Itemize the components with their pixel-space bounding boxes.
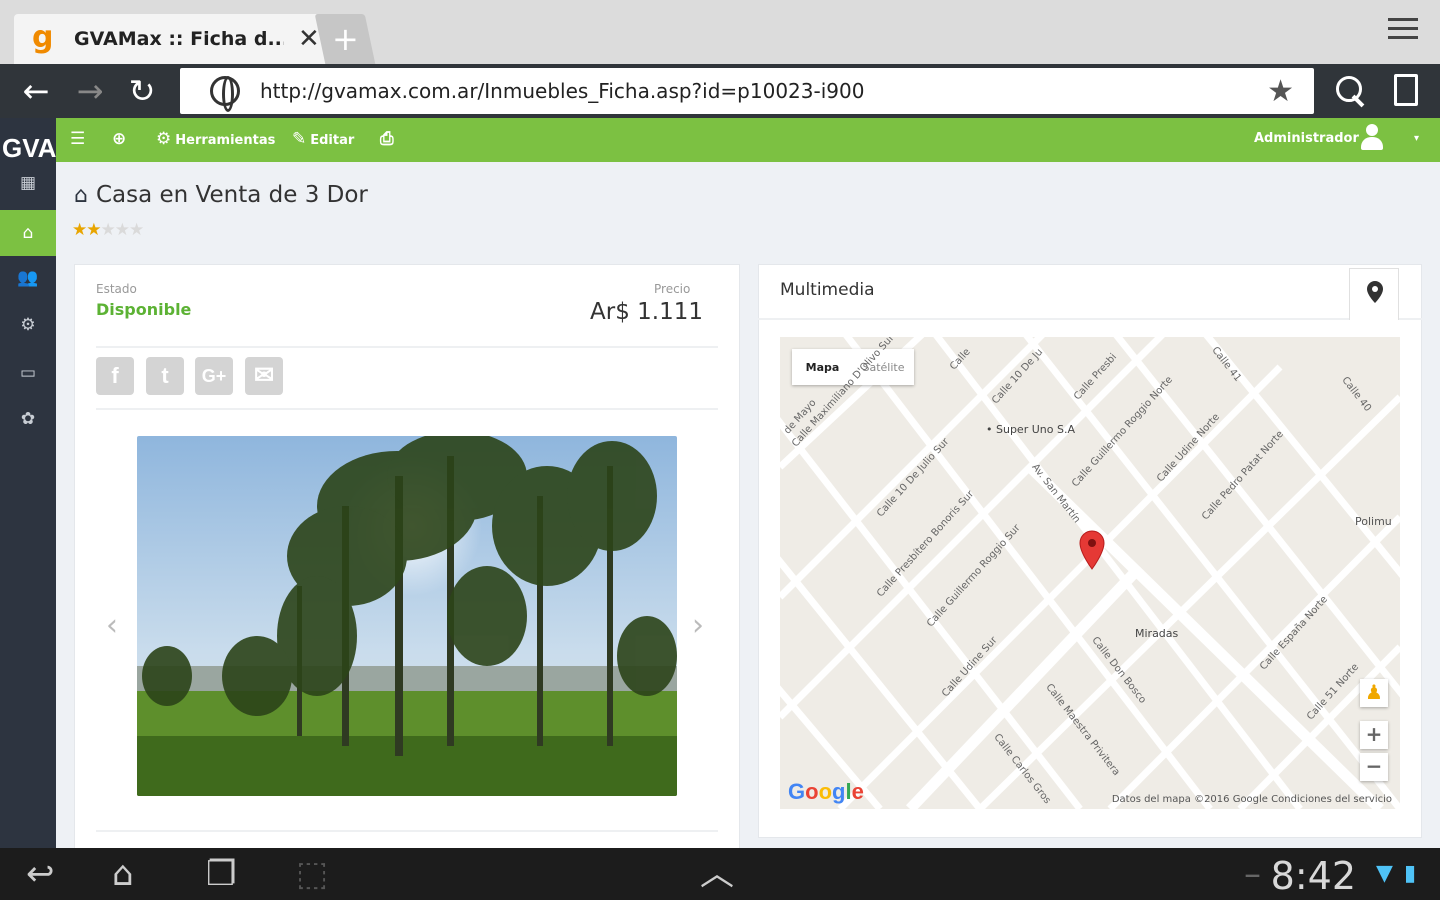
map-marker-icon[interactable]	[1078, 529, 1106, 571]
editar-button[interactable]: ✎ Editar	[292, 128, 354, 152]
system-clock: 8:42	[1270, 854, 1356, 898]
editar-label: Editar	[310, 133, 355, 148]
app-sidebar: GVA ▦ ⌂ 👥 ⚙ ▭ ✿	[0, 118, 56, 848]
tab-title: GVAMax :: Ficha d...	[74, 28, 284, 50]
back-arrow-icon[interactable]: ←	[16, 72, 56, 110]
screenshot-icon[interactable]: ⬚	[296, 854, 328, 894]
twitter-icon[interactable]: t	[146, 357, 184, 395]
divider	[96, 830, 718, 832]
back-icon[interactable]: ↩	[26, 854, 55, 894]
price-value: Ar$ 1.111	[590, 299, 703, 325]
status-label: Estado	[96, 282, 137, 296]
gvamax-favicon-icon: g	[32, 20, 54, 55]
page-title: ⌂ Casa en Venta de 3 Dor	[74, 182, 368, 208]
user-avatar-icon[interactable]	[1358, 122, 1386, 152]
divider	[96, 408, 718, 410]
map-poi-super-uno: • Super Uno S.A	[986, 423, 1075, 436]
zoom-in-button[interactable]: +	[1360, 721, 1388, 749]
price-label: Precio	[654, 282, 691, 296]
user-name: Administrador	[1254, 131, 1359, 146]
user-caret-icon[interactable]: ▾	[1414, 128, 1419, 150]
search-icon[interactable]	[1334, 74, 1368, 108]
map-pin-icon	[1367, 281, 1383, 303]
home-icon: ⌂	[74, 182, 88, 208]
property-photo[interactable]	[137, 436, 677, 796]
carousel-prev-icon[interactable]: ‹	[106, 608, 118, 643]
bookmark-star-icon[interactable]: ★	[1267, 74, 1294, 109]
map-terms[interactable]: Datos del mapa ©2016 Google Condiciones …	[1112, 794, 1392, 805]
add-icon[interactable]: ⊕	[112, 128, 130, 152]
cog-icon: ⚙	[156, 129, 172, 149]
app-toolbar: ☰ ⊕ ⚙ Herramientas ✎ Editar ⎙ Administrado…	[56, 118, 1440, 162]
home-button-icon[interactable]: ⌂	[112, 854, 134, 894]
print-icon[interactable]: ⎙	[380, 128, 398, 152]
close-tab-icon[interactable]: ✕	[298, 26, 320, 52]
reload-icon[interactable]: ↻	[122, 72, 162, 110]
browser-url-bar: ← → ↻ http://gvamax.com.ar/Inmuebles_Fic…	[0, 64, 1440, 118]
bookmarks-icon[interactable]	[1394, 74, 1418, 106]
google-logo: Google	[788, 779, 864, 804]
divider	[96, 346, 718, 348]
herramientas-label: Herramientas	[175, 133, 276, 148]
email-icon[interactable]: ✉	[245, 357, 283, 395]
carousel-next-icon[interactable]: ›	[692, 608, 704, 643]
new-tab-button[interactable]: +	[314, 14, 376, 64]
address-bar[interactable]: http://gvamax.com.ar/Inmuebles_Ficha.asp…	[180, 68, 1314, 114]
calendar-icon[interactable]: ▭	[0, 350, 56, 396]
dashboard-icon[interactable]: ▦	[0, 160, 56, 206]
tags-icon[interactable]: ⚙	[0, 302, 56, 348]
globe-icon	[210, 76, 240, 112]
menu-toggle-icon[interactable]: ☰	[70, 128, 89, 152]
browser-tab-strip: g GVAMax :: Ficha d... ✕ +	[0, 0, 1440, 64]
google-map[interactable]: Mapa Satélite • Super Uno S.A Miradas Po…	[780, 337, 1400, 809]
home-icon[interactable]: ⌂	[0, 210, 56, 256]
recent-apps-icon[interactable]: ❐	[206, 854, 236, 894]
map-poi-polimu: Polimu	[1355, 515, 1392, 528]
rating-stars: ★★★★★	[72, 220, 144, 240]
divider	[758, 318, 1422, 320]
star-empty-icon: ★★★	[100, 220, 144, 240]
plus-icon: +	[332, 20, 359, 58]
status-badge: Disponible	[96, 300, 192, 319]
settings-icon[interactable]: ✿	[0, 396, 56, 442]
map-tab[interactable]	[1349, 268, 1399, 320]
google-plus-icon[interactable]: G+	[195, 357, 233, 395]
multimedia-title: Multimedia	[780, 280, 875, 300]
forward-arrow-icon[interactable]: →	[70, 72, 110, 110]
facebook-icon[interactable]: f	[96, 357, 134, 395]
zoom-out-button[interactable]: −	[1360, 753, 1388, 781]
map-poi-miradas: Miradas	[1135, 627, 1179, 640]
system-navigation-bar: ↩ ⌂ ❐ ⬚ ︿ – 8:42 ▼ ▮	[0, 848, 1440, 900]
map-type-map-button[interactable]: Mapa	[792, 361, 853, 374]
property-title: Casa en Venta de 3 Dor	[95, 182, 368, 208]
herramientas-button[interactable]: ⚙ Herramientas	[156, 128, 275, 152]
chevron-up-icon[interactable]: ︿	[700, 854, 734, 894]
edit-icon: ✎	[292, 129, 307, 149]
minus-icon: –	[1244, 854, 1261, 894]
star-icon: ★★	[72, 220, 102, 240]
park-trees-image	[137, 436, 677, 796]
users-icon[interactable]: 👥	[0, 255, 56, 301]
wifi-icon: ▼	[1376, 861, 1393, 886]
street-view-pegman-icon[interactable]: ♟	[1360, 679, 1388, 707]
user-menu[interactable]: Administrador	[1254, 128, 1359, 150]
url-text[interactable]: http://gvamax.com.ar/Inmuebles_Ficha.asp…	[260, 79, 864, 103]
battery-icon: ▮	[1404, 861, 1417, 886]
browser-tab[interactable]: g GVAMax :: Ficha d... ✕	[14, 14, 332, 64]
browser-menu-icon[interactable]	[1388, 18, 1418, 45]
